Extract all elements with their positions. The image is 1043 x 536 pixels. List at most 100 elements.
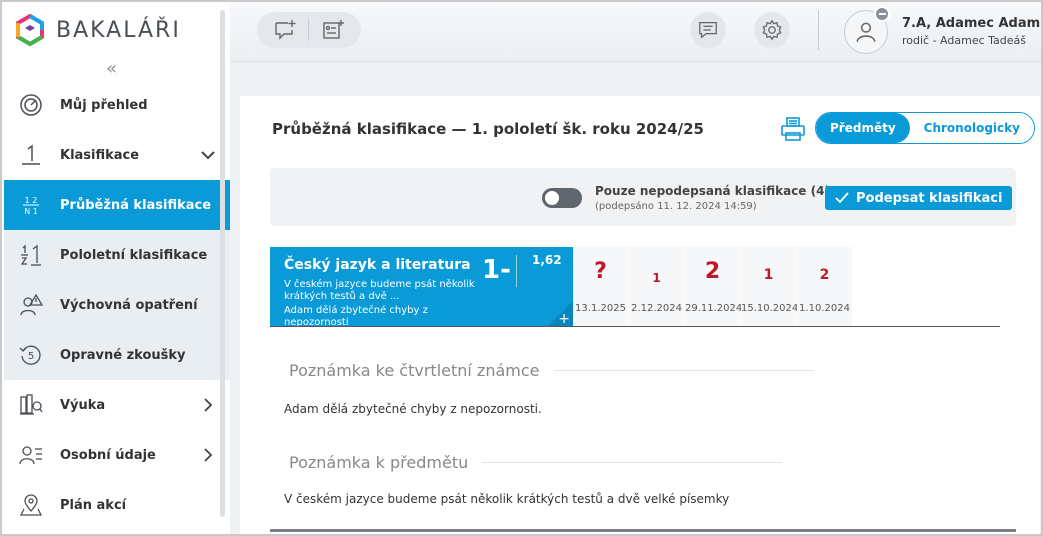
filter-bar: Pouze nepodepsaná klasifikace (4) (podep… [270,168,1016,226]
sidebar-item-plan-akci[interactable]: Plán akcí [4,480,230,530]
signed-info: (podepsáno 11. 12. 2024 14:59) [595,201,757,212]
sidebar-item-prehled[interactable]: Můj přehled [4,80,230,130]
divider [270,326,1000,327]
map-pin-icon [18,492,44,518]
tab-predmety[interactable]: Předměty [816,113,910,143]
sidebar-item-vychovna[interactable]: Výchovná opatření [4,280,230,330]
section-heading: Poznámka ke čtvrtletní známce [289,361,814,380]
sidebar-item-klasifikace[interactable]: Klasifikace [4,130,230,180]
unsigned-only-toggle[interactable] [542,188,582,208]
sidebar-item-label: Opravné zkoušky [60,347,186,363]
divider [482,462,783,463]
page-title: Průběžná klasifikace — 1. pololetí šk. r… [272,120,704,138]
toggle-label: Pouze nepodepsaná klasifikace (4) [595,184,830,198]
subject-card[interactable]: Český jazyk a literatura V českém jazyce… [270,247,573,327]
user-role: rodič - Adamec Tadeáš [902,34,1027,47]
personal-data-icon [18,442,44,468]
grade-cell[interactable]: 2 1.10.2024 [797,247,853,327]
quarter-note-title: Poznámka ke čtvrtletní známce [289,361,540,380]
chevron-right-icon[interactable] [200,447,216,463]
subject-average: 1,62 [532,253,562,267]
gear-icon [762,19,782,41]
quick-actions [257,12,361,48]
sidebar-item-vyuka[interactable]: Výuka [4,380,230,430]
settings-button[interactable] [754,12,790,48]
sidebar-item-prubezna[interactable]: 1 2 N 1 Průběžná klasifikace [4,180,230,230]
grade-date: 13.1.2025 [575,303,626,314]
chat-icon [699,22,717,39]
grade-list: ? 13.1.2025 1 2.12.2024 2 29.11.2024 1 1… [573,247,853,327]
grade-date: 15.10.2024 [741,303,799,314]
fraction-icon-bottom: N 1 [24,207,38,216]
sign-button-label: Podepsat klasifikaci [856,190,1003,206]
chevron-down-icon[interactable] [200,147,216,163]
sidebar-item-label: Výchovná opatření [60,297,198,313]
tab-chronologicky[interactable]: Chronologicky [909,113,1034,143]
grade-cell[interactable]: ? 13.1.2025 [573,247,629,327]
sidebar-item-label: Osobní údaje [60,447,156,463]
fraction-icon: 1 2 N 1 [18,192,44,218]
logo[interactable]: BAKALÁŘI [14,12,181,48]
sidebar-item-label: Pololetní klasifikace [60,247,208,263]
number-one-icon [18,142,44,168]
subject-note: Adam dělá zbytečné chyby z nepozornosti [284,305,428,327]
new-message-icon[interactable] [273,18,297,42]
divider [516,255,517,287]
divider [308,19,310,41]
user-icon [856,22,876,42]
grade-value: 2 [704,259,721,284]
sign-grades-button[interactable]: Podepsat klasifikaci [825,186,1013,210]
sidebar-item-label: Klasifikace [60,147,140,163]
minus-badge-icon[interactable] [874,6,890,22]
grade-date: 1.10.2024 [799,303,850,314]
person-warning-icon [18,292,44,318]
divider [553,370,814,371]
subject-name: Český jazyk a literatura [284,257,471,273]
plus-icon[interactable]: + [558,311,570,327]
half-fraction-icon [18,242,44,268]
quarter-note-text: Adam dělá zbytečné chyby z nepozornosti. [284,402,542,416]
top-header: 7.A, Adamec Adam rodič - Adamec Tadeáš [230,2,1041,62]
collapse-sidebar-icon[interactable]: « [106,58,117,79]
printer-icon[interactable] [780,116,806,142]
subject-note-text: V českém jazyce budeme psát několik krát… [284,492,730,506]
divider [270,529,1016,532]
grade-cell[interactable]: 1 2.12.2024 [629,247,685,327]
checkmark-icon [835,192,849,204]
chevron-right-icon[interactable] [200,397,216,413]
grade-date: 2.12.2024 [631,303,682,314]
user-name[interactable]: 7.A, Adamec Adam [902,16,1040,31]
divider [818,10,819,50]
fraction-icon-top: 1 2 [25,196,38,205]
retake-exam-icon: 5 [18,342,44,368]
svg-text:5: 5 [28,351,34,362]
messages-button[interactable] [690,12,726,48]
subject-grade: 1- [482,255,511,285]
sidebar-item-osobni[interactable]: Osobní údaje [4,430,230,480]
subject-note-title: Poznámka k předmětu [289,453,469,472]
sidebar-item-label: Plán akcí [60,497,127,513]
sidebar: BAKALÁŘI « Můj přehled Klasifikace 1 2 N… [2,2,230,534]
sidebar-scrollbar[interactable] [220,10,225,517]
sidebar-item-opravne[interactable]: 5 Opravné zkoušky [4,330,230,380]
grade-value: 1 [763,267,774,283]
gauge-icon [18,92,44,118]
grade-cell[interactable]: 2 29.11.2024 [685,247,743,327]
grade-cell[interactable]: 1 15.10.2024 [741,247,799,327]
grade-value: 1 [652,271,661,285]
sidebar-item-label: Výuka [60,397,106,413]
content-card: Průběžná klasifikace — 1. pololetí šk. r… [240,96,1040,534]
books-icon [18,392,44,418]
grade-value: 2 [819,267,830,283]
app-window: BAKALÁŘI « Můj přehled Klasifikace 1 2 N… [0,0,1043,536]
grade-date: 29.11.2024 [685,303,743,314]
add-note-icon[interactable] [321,18,345,42]
logo-text: BAKALÁŘI [56,17,181,43]
subject-description: V českém jazyce budeme psát několik krát… [284,279,475,302]
view-switcher: Předměty Chronologicky [815,112,1035,144]
sidebar-item-pololetni[interactable]: Pololetní klasifikace [4,230,230,280]
sidebar-item-label: Můj přehled [60,97,148,113]
bakalari-logo-icon [16,14,44,46]
section-heading: Poznámka k předmětu [289,453,783,472]
sidebar-item-label: Průběžná klasifikace [60,197,212,213]
